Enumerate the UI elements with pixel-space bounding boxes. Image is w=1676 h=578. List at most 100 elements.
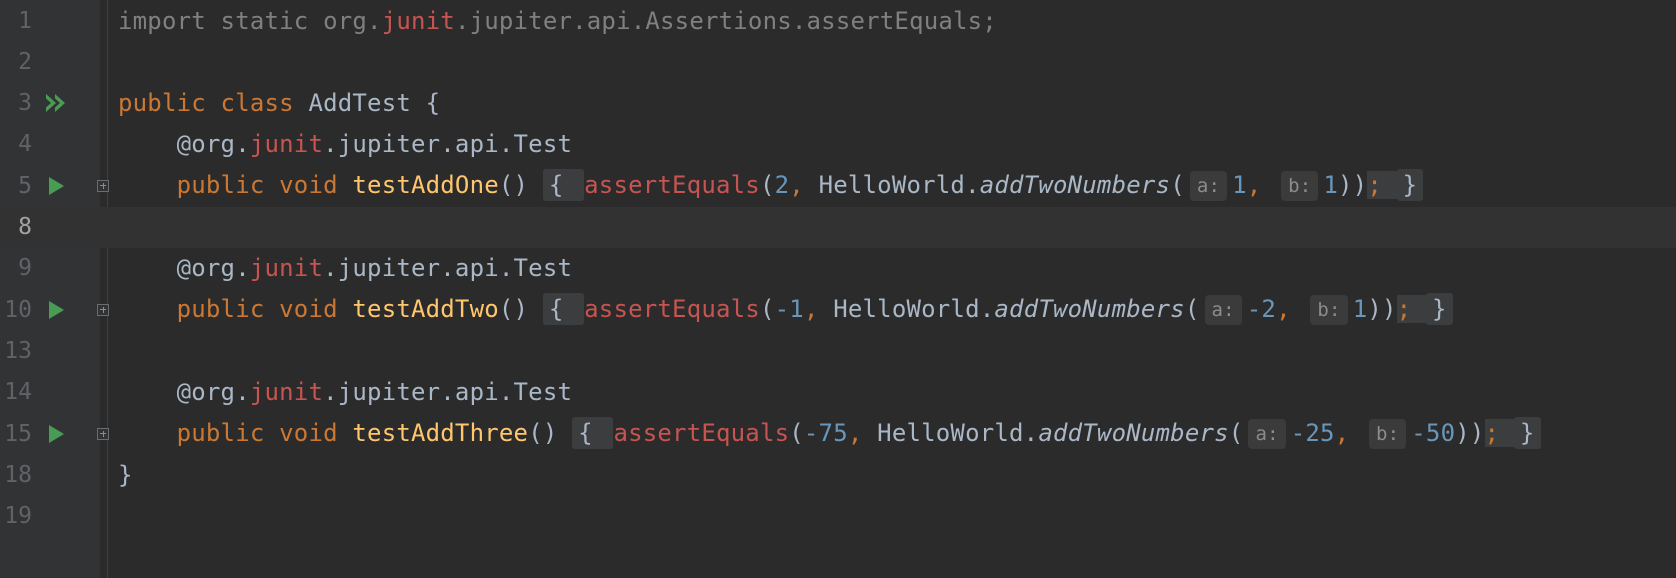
code-token: 1 xyxy=(1232,170,1247,199)
code-text: @org.junit.jupiter.api.Test xyxy=(118,378,572,406)
code-token: HelloWorld. xyxy=(877,418,1039,447)
code-token: )) xyxy=(1455,418,1485,447)
line-number: 15 xyxy=(4,420,32,447)
code-token: { xyxy=(425,89,441,118)
code-token: () xyxy=(528,418,573,447)
fold-expand-icon[interactable] xyxy=(97,427,109,440)
code-text: public void testAddThree() { assertEqual… xyxy=(118,416,1541,449)
code-line[interactable]: 3 public class AddTest { xyxy=(0,83,1676,124)
line-number: 3 xyxy=(18,90,32,117)
folded-region: } xyxy=(1396,168,1424,201)
line-number: 19 xyxy=(4,503,32,530)
folded-region: } xyxy=(1513,416,1541,449)
code-line[interactable]: 14 @org.junit.jupiter.api.Test xyxy=(0,372,1676,413)
code-token: () xyxy=(498,170,543,199)
parameter-hint: b: xyxy=(1310,294,1348,325)
code-token: junit xyxy=(249,130,324,159)
code-token: assertEquals xyxy=(584,170,760,199)
code-token: assertEquals xyxy=(584,294,760,323)
code-text: import static org.junit.jupiter.api.Asse… xyxy=(118,7,997,35)
code-token: public void xyxy=(118,170,353,199)
run-all-tests-icon[interactable] xyxy=(44,90,70,116)
code-text: } xyxy=(118,461,133,489)
folded-region: { xyxy=(572,416,614,449)
fold-expand-icon[interactable] xyxy=(97,179,109,192)
code-token: AddTest xyxy=(308,89,426,118)
code-token: public void xyxy=(118,418,353,447)
code-line[interactable]: 4 @org.junit.jupiter.api.Test xyxy=(0,124,1676,165)
folded-region: { xyxy=(542,292,585,325)
code-token: import static org. xyxy=(118,6,382,35)
code-line[interactable]: 2 xyxy=(0,41,1676,82)
code-token: @org. xyxy=(118,378,250,407)
line-number: 2 xyxy=(18,48,32,75)
run-test-icon[interactable] xyxy=(44,297,70,323)
code-token: ; xyxy=(1396,294,1426,323)
code-token: -75 xyxy=(803,418,848,447)
code-line[interactable]: 9 @org.junit.jupiter.api.Test xyxy=(0,248,1676,289)
code-text: public void testAddTwo() { assertEquals(… xyxy=(118,292,1453,325)
line-number: 5 xyxy=(18,172,32,199)
code-token: 1 xyxy=(1352,294,1368,323)
code-token: , xyxy=(789,170,819,199)
code-token: junit xyxy=(249,378,324,407)
code-token: addTwoNumbers xyxy=(979,170,1171,199)
code-token: ( xyxy=(789,418,804,447)
code-token: junit xyxy=(381,6,455,35)
code-token: ; xyxy=(1484,418,1514,447)
code-text: public class AddTest { xyxy=(118,89,440,117)
line-number: 8 xyxy=(18,214,32,240)
code-token: , xyxy=(1276,294,1306,323)
parameter-hint: b: xyxy=(1368,418,1407,449)
code-text: @org.junit.jupiter.api.Test xyxy=(118,130,572,158)
code-token: .jupiter.api.Test xyxy=(323,378,573,407)
folded-region: { xyxy=(542,168,585,201)
run-test-icon[interactable] xyxy=(44,173,70,199)
code-line[interactable]: 5 public void testAddOne() { assertEqual… xyxy=(0,165,1676,206)
parameter-hint: a: xyxy=(1204,294,1242,325)
code-line[interactable]: 18} xyxy=(0,454,1676,495)
code-token: public void xyxy=(118,294,353,323)
parameter-hint: b: xyxy=(1281,170,1319,201)
line-number: 18 xyxy=(4,461,32,488)
run-test-icon[interactable] xyxy=(44,421,70,447)
code-text: @org.junit.jupiter.api.Test xyxy=(118,254,572,282)
code-token: , xyxy=(803,294,834,323)
code-editor[interactable]: 1 import static org.junit.jupiter.api.Ass… xyxy=(0,0,1676,578)
line-number: 4 xyxy=(18,131,32,158)
code-token: )) xyxy=(1367,294,1397,323)
code-token: public class xyxy=(118,89,309,118)
code-token: -25 xyxy=(1290,418,1335,447)
code-token: @org. xyxy=(118,130,250,159)
code-text: public void testAddOne() { assertEquals(… xyxy=(118,168,1424,201)
code-token: HelloWorld. xyxy=(818,170,980,199)
parameter-hint: a: xyxy=(1189,170,1228,201)
line-number: 1 xyxy=(18,7,32,34)
code-token: testAddTwo xyxy=(352,294,499,323)
code-line[interactable]: 10 public void testAddTwo() { assertEqua… xyxy=(0,289,1676,330)
code-token: junit xyxy=(249,254,324,283)
line-number: 9 xyxy=(18,255,32,282)
code-token: ( xyxy=(759,294,775,323)
code-line[interactable]: 15 public void testAddThree() { assertEq… xyxy=(0,413,1676,454)
code-token: ( xyxy=(1184,294,1200,323)
code-token: , xyxy=(847,418,878,447)
line-number: 14 xyxy=(4,379,32,406)
code-line[interactable]: 1 import static org.junit.jupiter.api.Ass… xyxy=(0,0,1676,41)
folded-region: } xyxy=(1425,292,1453,325)
code-line[interactable]: 8 xyxy=(0,206,1676,248)
code-token: testAddOne xyxy=(352,170,499,199)
code-token: @org. xyxy=(118,254,250,283)
code-token: -50 xyxy=(1411,418,1456,447)
code-token: )) xyxy=(1338,170,1368,199)
code-token: HelloWorld. xyxy=(833,294,995,323)
fold-expand-icon[interactable] xyxy=(97,303,109,316)
code-token: ( xyxy=(1228,418,1244,447)
code-token: assertEquals xyxy=(613,418,790,447)
code-token: addTwoNumbers xyxy=(994,294,1185,323)
code-token: testAddThree xyxy=(352,418,529,447)
code-line[interactable]: 19 xyxy=(0,496,1676,537)
code-token: addTwoNumbers xyxy=(1038,418,1229,447)
code-line[interactable]: 13 xyxy=(0,330,1676,371)
code-token: .jupiter.api.Test xyxy=(323,130,573,159)
